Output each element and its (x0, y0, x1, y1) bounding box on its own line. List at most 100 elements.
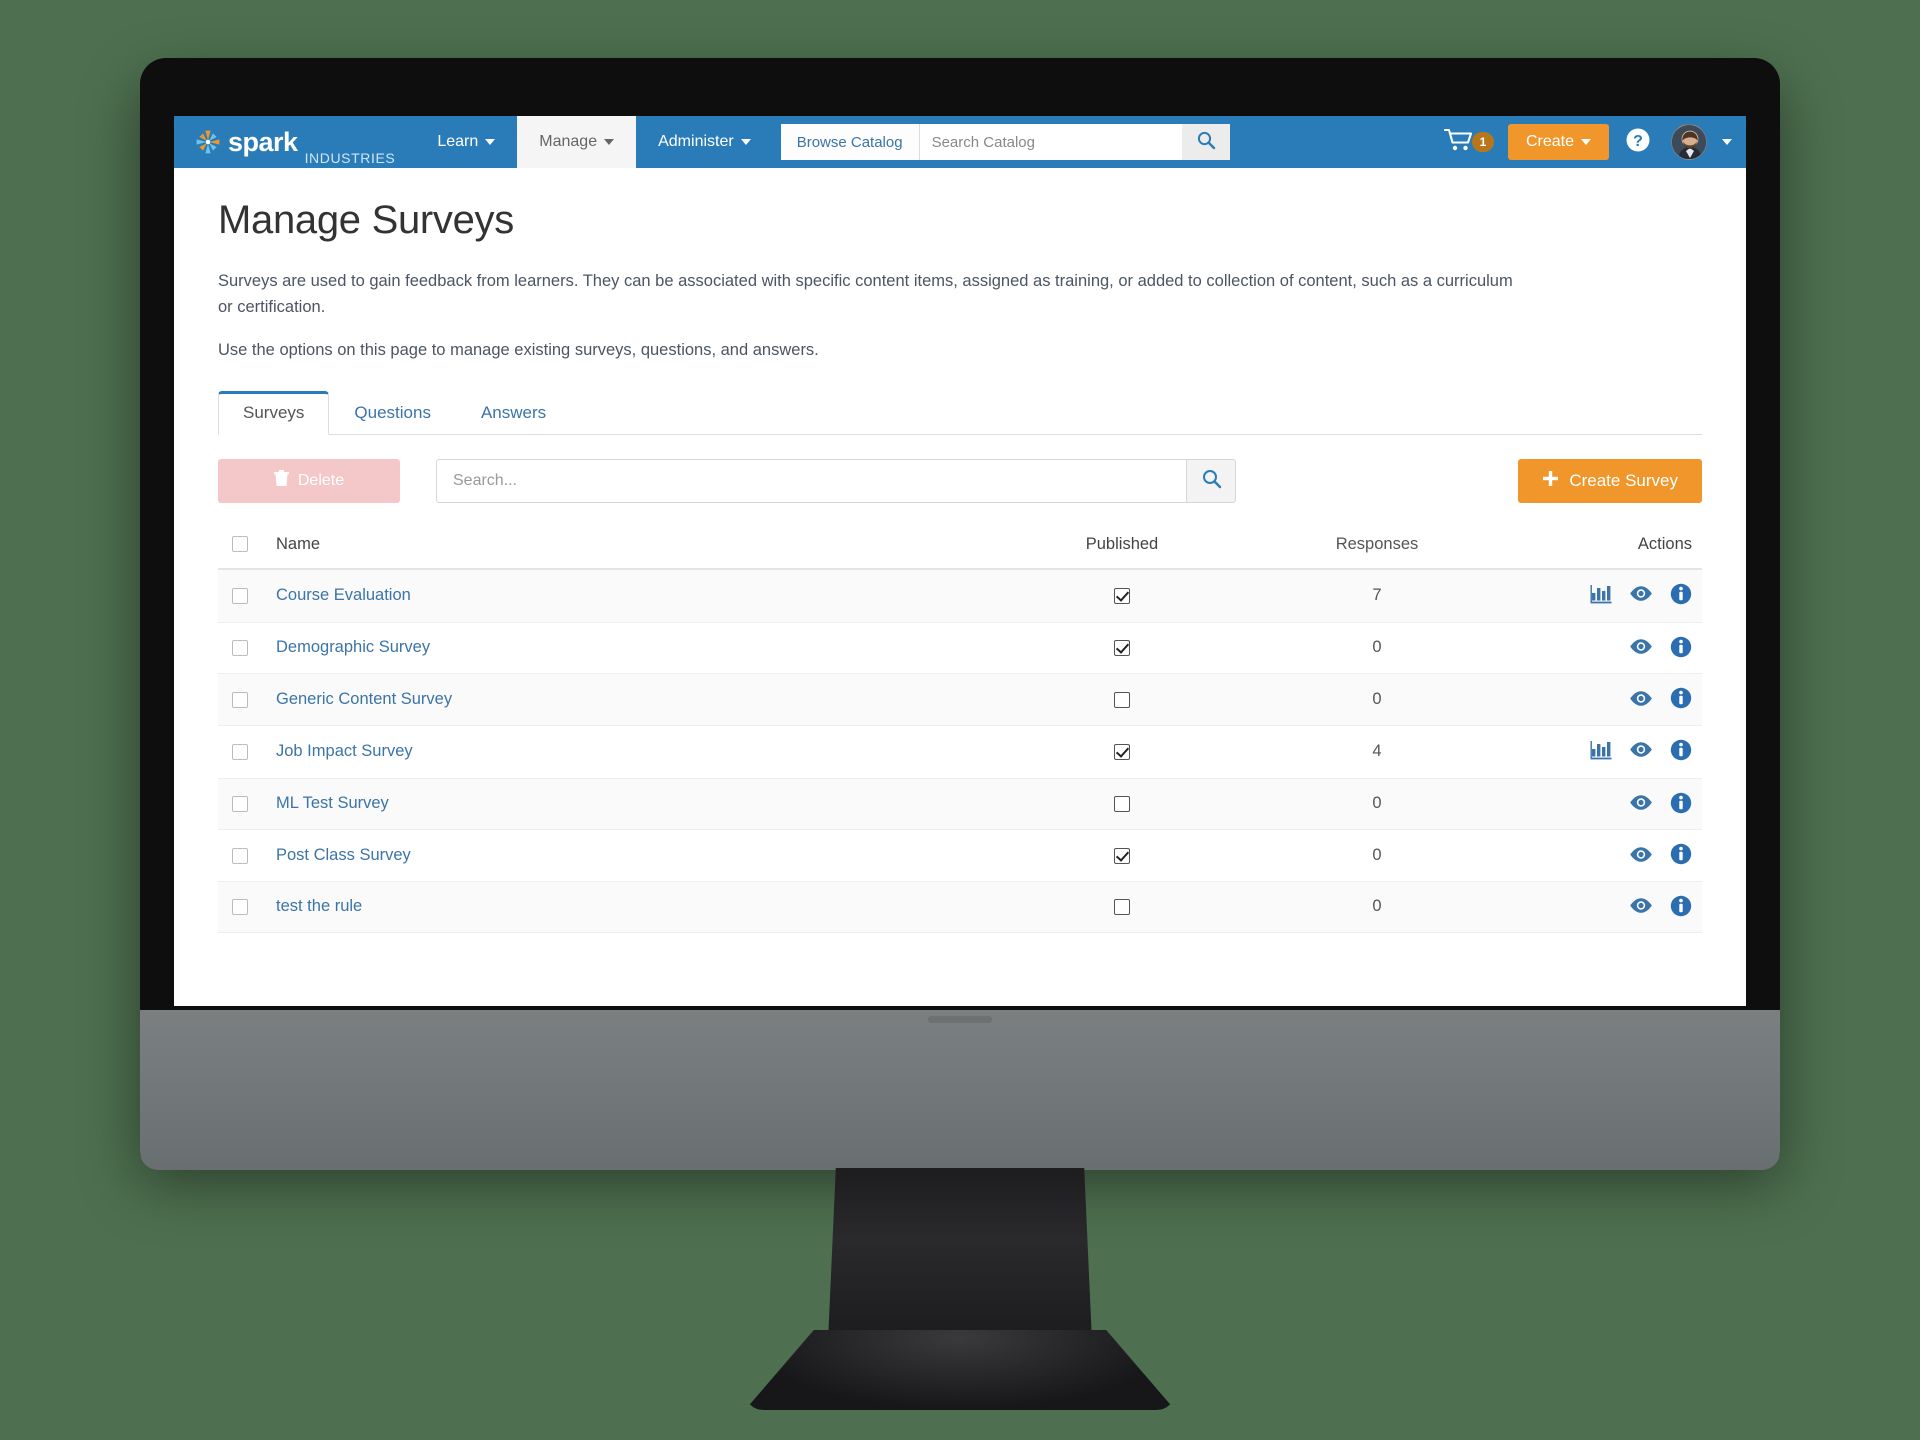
responses-cell: 7 (1252, 568, 1502, 623)
table-row: test the rule 0 (218, 881, 1702, 934)
survey-name-link[interactable]: Demographic Survey (276, 638, 430, 656)
browser-screen: spark INDUSTRIES Learn Manage Administer… (174, 116, 1746, 1006)
page-description-1: Surveys are used to gain feedback from l… (218, 272, 1513, 316)
delete-button-label: Delete (297, 471, 345, 489)
browse-catalog-button[interactable]: Browse Catalog (780, 124, 920, 160)
column-header-name[interactable]: Name (276, 524, 992, 570)
published-checkbox[interactable] (1114, 691, 1130, 708)
actions-cell (1502, 778, 1702, 831)
table-head: Name Published Responses Actions (218, 524, 1702, 570)
info-icon[interactable] (1670, 636, 1692, 658)
survey-name-link[interactable]: test the rule (276, 897, 362, 915)
info-icon[interactable] (1670, 687, 1692, 709)
info-icon[interactable] (1670, 843, 1692, 865)
monitor-mockup: spark INDUSTRIES Learn Manage Administer… (140, 58, 1780, 1158)
delete-button[interactable]: Delete (218, 458, 400, 503)
published-cell (992, 829, 1252, 882)
survey-name-cell: test the rule (276, 881, 992, 934)
create-button[interactable]: Create (1507, 124, 1609, 160)
survey-name-cell: Job Impact Survey (276, 725, 992, 779)
action-icon-group (1590, 739, 1692, 761)
create-survey-label: Create Survey (1569, 470, 1678, 490)
preview-eye-icon[interactable] (1629, 794, 1653, 811)
info-icon[interactable] (1670, 739, 1692, 761)
published-checkbox[interactable] (1114, 796, 1130, 813)
survey-search-group (436, 458, 1236, 503)
published-checkbox[interactable] (1114, 640, 1130, 657)
row-select-checkbox[interactable] (232, 691, 248, 708)
preview-eye-icon[interactable] (1629, 897, 1653, 914)
table-body: Course Evaluation 7 Demographic Survey 0 Gen… (218, 568, 1702, 934)
survey-name-link[interactable]: Post Class Survey (276, 846, 411, 864)
survey-name-link[interactable]: ML Test Survey (276, 794, 389, 812)
select-all-checkbox[interactable] (232, 536, 248, 553)
published-checkbox[interactable] (1114, 899, 1130, 916)
row-select-checkbox[interactable] (232, 587, 248, 604)
nav-item-learn[interactable]: Learn (415, 116, 517, 168)
column-header-actions: Actions (1502, 524, 1702, 570)
survey-name-link[interactable]: Job Impact Survey (276, 742, 413, 760)
preview-eye-icon[interactable] (1629, 690, 1653, 707)
published-checkbox[interactable] (1114, 847, 1130, 864)
nav-item-learn-label: Learn (437, 133, 479, 150)
actions-cell (1502, 725, 1702, 779)
row-select-cell (218, 829, 276, 882)
brand-logo[interactable]: spark INDUSTRIES (174, 116, 415, 168)
tab-questions[interactable]: Questions (329, 391, 456, 435)
magnifier-icon (1201, 468, 1222, 494)
preview-eye-icon[interactable] (1629, 846, 1653, 863)
responses-cell: 0 (1252, 829, 1502, 882)
published-checkbox[interactable] (1114, 587, 1130, 604)
info-icon[interactable] (1670, 792, 1692, 814)
survey-name-cell: Generic Content Survey (276, 673, 992, 726)
svg-text:?: ? (1633, 133, 1643, 150)
catalog-search-group: Browse Catalog (780, 124, 1230, 160)
row-select-checkbox[interactable] (232, 796, 248, 813)
column-header-published[interactable]: Published (992, 524, 1252, 570)
table-row: ML Test Survey 0 (218, 778, 1702, 831)
report-chart-icon[interactable] (1590, 740, 1612, 760)
top-navigation-bar: spark INDUSTRIES Learn Manage Administer… (174, 116, 1746, 168)
tab-surveys[interactable]: Surveys (218, 390, 330, 435)
actions-cell (1502, 622, 1702, 675)
search-button[interactable] (1186, 458, 1236, 503)
chevron-down-icon (740, 139, 751, 145)
report-chart-icon[interactable] (1590, 584, 1612, 604)
tab-answers[interactable]: Answers (456, 391, 571, 435)
action-icon-group (1629, 895, 1692, 917)
info-icon[interactable] (1670, 583, 1692, 605)
catalog-search-button[interactable] (1181, 124, 1230, 160)
preview-eye-icon[interactable] (1629, 638, 1653, 655)
published-checkbox[interactable] (1114, 743, 1130, 760)
survey-name-cell: Demographic Survey (276, 622, 992, 675)
search-input[interactable] (436, 458, 1186, 503)
row-select-cell (218, 778, 276, 831)
row-select-checkbox[interactable] (232, 847, 248, 864)
preview-eye-icon[interactable] (1629, 741, 1653, 758)
published-cell (992, 673, 1252, 726)
published-cell (992, 568, 1252, 623)
row-select-checkbox[interactable] (232, 899, 248, 916)
preview-eye-icon[interactable] (1629, 585, 1653, 602)
row-select-checkbox[interactable] (232, 640, 248, 657)
survey-name-link[interactable]: Course Evaluation (276, 586, 411, 604)
nav-item-administer[interactable]: Administer (636, 116, 773, 168)
chevron-down-icon (485, 139, 496, 145)
create-survey-button[interactable]: Create Survey (1518, 458, 1702, 503)
info-icon[interactable] (1670, 895, 1692, 917)
cart-button[interactable]: 1 (1422, 116, 1508, 168)
trash-icon (273, 469, 289, 492)
row-select-checkbox[interactable] (232, 743, 248, 760)
row-select-cell (218, 622, 276, 675)
help-button[interactable]: ? (1609, 116, 1667, 168)
nav-item-manage[interactable]: Manage (517, 116, 637, 168)
survey-name-link[interactable]: Generic Content Survey (276, 690, 452, 708)
published-cell (992, 778, 1252, 831)
action-icon-group (1590, 583, 1692, 605)
user-menu[interactable] (1667, 116, 1746, 168)
monitor-stand-foot (745, 1330, 1175, 1410)
column-header-responses[interactable]: Responses (1252, 524, 1502, 570)
table-row: Demographic Survey 0 (218, 622, 1702, 675)
search-catalog-input[interactable] (919, 124, 1182, 160)
